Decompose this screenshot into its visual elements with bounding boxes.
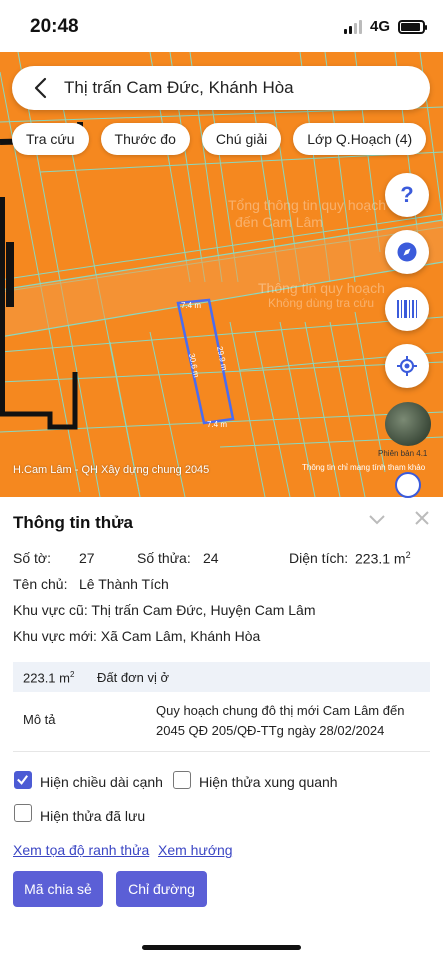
compass-button[interactable]	[385, 230, 429, 274]
compass-icon	[397, 242, 417, 262]
new-area-row: Khu vực mới: Xã Cam Lâm, Khánh Hòa	[13, 628, 260, 644]
zoning-row: 223.1 m2 Đất đơn vị ở	[13, 662, 430, 692]
lot-number-value: 24	[203, 550, 219, 566]
lot-edge-right: 29.9 m	[215, 346, 229, 372]
barcode-icon	[397, 300, 417, 318]
panel-drag-handle[interactable]	[395, 472, 421, 498]
old-area-value: Thị trấn Cam Đức, Huyện Cam Lâm	[91, 602, 316, 618]
close-icon[interactable]	[412, 508, 432, 528]
directions-button[interactable]: Chỉ đường	[116, 871, 207, 907]
area-value: 223.1 m2	[355, 550, 411, 567]
status-time: 20:48	[30, 16, 79, 37]
location-title: Thị trấn Cam Đức, Khánh Hòa	[64, 78, 294, 97]
map-toolbar: Tra cứu Thước đo Chú giải Lớp Q.Hoạch (4…	[12, 123, 427, 155]
lot-info-panel: Thông tin thửa Số tờ: 27 Số thửa: 24 Diệ…	[0, 497, 443, 960]
show-neighbors-checkbox[interactable]	[173, 771, 191, 789]
area-label: Diện tích:	[289, 550, 349, 566]
sheet-number-label: Số tờ:	[13, 550, 51, 566]
chip-measure[interactable]: Thước đo	[100, 123, 190, 155]
lot-number-row: Số thửa: 24	[137, 550, 219, 566]
watermark-3: Thông tin quy hoạch	[258, 280, 385, 296]
zoning-land-type: Đất đơn vị ở	[97, 670, 169, 685]
satellite-layer-thumbnail[interactable]	[385, 402, 431, 446]
owner-label: Tên chủ:	[13, 576, 68, 592]
show-neighbors-label[interactable]: Hiện thửa xung quanh	[199, 774, 338, 790]
map-layer-credit: H.Cam Lâm - QH Xây dựng chung 2045	[13, 464, 210, 476]
show-saved-label[interactable]: Hiện thửa đã lưu	[40, 808, 145, 824]
zoning-description-row: Mô tả Quy hoạch chung đô thị mới Cam Lâm…	[13, 692, 430, 752]
watermark-1: Tổng thông tin quy hoạch	[228, 197, 387, 213]
chevron-down-icon[interactable]	[367, 509, 387, 529]
share-code-button[interactable]: Mã chia sẻ	[13, 871, 103, 907]
lot-edge-bottom: 7.4 m	[207, 420, 227, 429]
sheet-number-row: Số tờ: 27	[13, 550, 95, 566]
chip-planning-layers[interactable]: Lớp Q.Hoạch (4)	[293, 123, 427, 155]
area-row: Diện tích: 223.1 m2	[289, 550, 411, 567]
chip-legend[interactable]: Chú giải	[201, 123, 282, 155]
home-indicator	[142, 945, 301, 950]
back-icon[interactable]	[20, 66, 60, 110]
map-parcels: 7.4 m 7.4 m 30.6 m 29.9 m	[0, 52, 443, 497]
new-area-value: Xã Cam Lâm, Khánh Hòa	[100, 628, 261, 644]
owner-value: Lê Thành Tích	[79, 576, 169, 592]
locate-icon	[397, 356, 417, 376]
watermark-2: đến Cam Lâm	[235, 214, 323, 230]
zoning-area: 223.1 m2	[23, 670, 75, 686]
location-search-bar[interactable]: Thị trấn Cam Đức, Khánh Hòa	[12, 66, 430, 110]
battery-icon	[398, 19, 427, 34]
description-value: Quy hoạch chung đô thị mới Cam Lâm đến 20…	[156, 703, 405, 738]
description-label: Mô tả	[23, 712, 56, 727]
status-bar: 20:48 4G	[0, 0, 443, 52]
view-direction-link[interactable]: Xem hướng	[158, 842, 233, 858]
new-area-label: Khu vực mới:	[13, 628, 97, 644]
view-boundary-coords-link[interactable]: Xem tọa độ ranh thửa	[13, 842, 149, 858]
owner-row: Tên chủ: Lê Thành Tích	[13, 576, 169, 592]
sheet-number-value: 27	[79, 550, 95, 566]
map-view[interactable]: 7.4 m 7.4 m 30.6 m 29.9 m Tổng thông tin…	[0, 52, 443, 497]
show-edge-length-checkbox[interactable]	[14, 771, 32, 789]
chip-lookup[interactable]: Tra cứu	[12, 123, 89, 155]
check-icon	[17, 775, 29, 785]
barcode-button[interactable]	[385, 287, 429, 331]
lot-number-label: Số thửa:	[137, 550, 191, 566]
show-edge-length-label[interactable]: Hiện chiều dài cạnh	[40, 774, 163, 790]
old-area-label: Khu vực cũ:	[13, 602, 88, 618]
show-saved-checkbox[interactable]	[14, 804, 32, 822]
signal-icon	[343, 19, 362, 34]
old-area-row: Khu vực cũ: Thị trấn Cam Đức, Huyện Cam …	[13, 602, 316, 618]
lot-edge-left: 30.6 m	[187, 353, 201, 379]
help-button[interactable]: ?	[385, 173, 429, 217]
status-indicators: 4G	[343, 18, 427, 35]
map-disclaimer: Thông tin chỉ mang tính tham khảo	[302, 463, 426, 472]
lot-edge-top: 7.4 m	[181, 301, 201, 310]
network-type: 4G	[369, 18, 390, 35]
locate-button[interactable]	[385, 344, 429, 388]
help-icon: ?	[400, 182, 414, 207]
watermark-4: Không dùng tra cứu	[268, 296, 375, 310]
version-label: Phiên bản 4.1	[378, 449, 428, 458]
panel-title: Thông tin thửa	[13, 513, 133, 532]
